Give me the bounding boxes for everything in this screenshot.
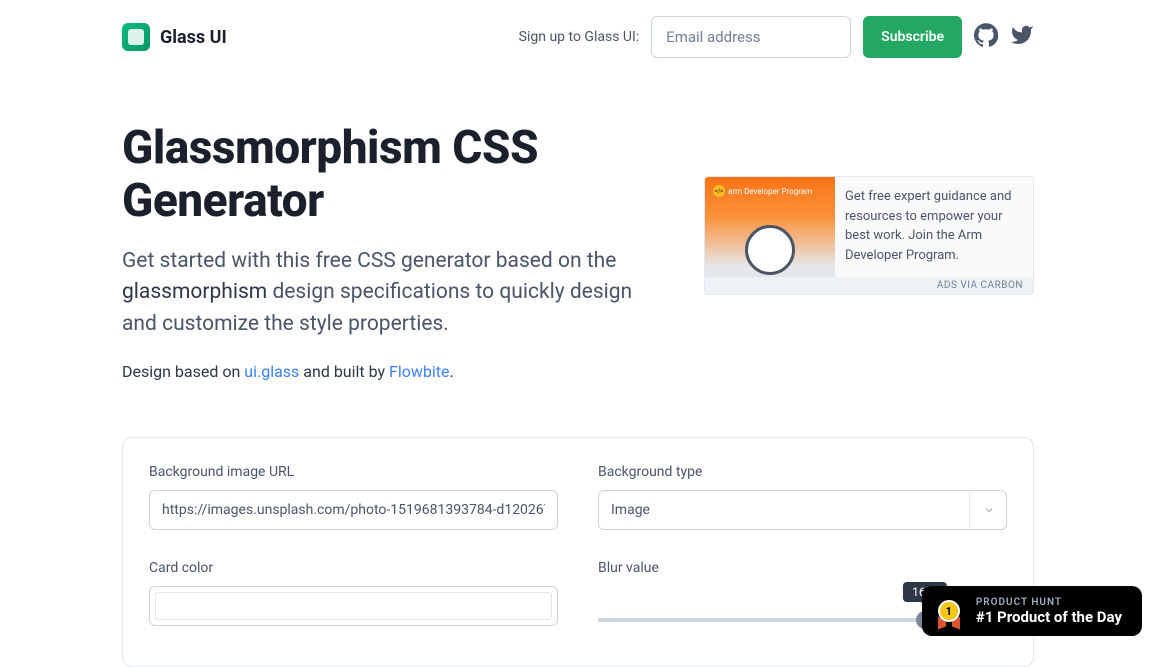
brand[interactable]: Glass UI [122, 23, 227, 51]
credit-line: Design based on ui.glass and built by Fl… [122, 362, 664, 381]
medal-rank: 1 [938, 600, 960, 622]
carbon-ad[interactable]: arm Developer Program Get free expert gu… [704, 176, 1034, 295]
medal-icon: 1 [934, 596, 964, 626]
blur-label: Blur value [598, 560, 1007, 576]
chevron-down-icon [969, 490, 1007, 530]
email-field[interactable] [651, 16, 851, 58]
producthunt-badge[interactable]: 1 PRODUCT HUNT #1 Product of the Day [922, 586, 1142, 636]
credit-link-uiglass[interactable]: ui.glass [244, 362, 299, 381]
generator-panel: Background image URL Background type Ima… [122, 437, 1034, 667]
page-lead: Get started with this free CSS generator… [122, 246, 664, 341]
ad-image-label: arm Developer Program [713, 185, 812, 197]
lead-strong: glassmorphism [122, 280, 267, 304]
page-title: Glassmorphism CSS Generator [122, 122, 664, 228]
twitter-icon[interactable] [1010, 23, 1034, 51]
subscribe-button[interactable]: Subscribe [863, 16, 962, 58]
ph-caption: PRODUCT HUNT [976, 597, 1122, 608]
bg-url-input[interactable] [149, 490, 558, 530]
signup-label: Sign up to Glass UI: [519, 29, 640, 45]
bg-type-label: Background type [598, 464, 1007, 480]
brand-name: Glass UI [160, 27, 227, 48]
credit-post: . [450, 362, 454, 381]
bg-url-label: Background image URL [149, 464, 558, 480]
lead-pre: Get started with this free CSS generator… [122, 249, 616, 273]
logo-icon [122, 23, 150, 51]
bg-type-select[interactable]: Image [598, 490, 1007, 530]
bg-type-value: Image [611, 502, 650, 518]
credit-link-flowbite[interactable]: Flowbite [389, 362, 449, 381]
ad-footer: ADS VIA CARBON [705, 277, 1033, 294]
ph-headline: #1 Product of the Day [976, 608, 1122, 626]
card-color-label: Card color [149, 560, 558, 576]
ad-text: Get free expert guidance and resources t… [845, 177, 1033, 277]
ad-image: arm Developer Program [705, 177, 835, 277]
card-color-input[interactable] [149, 586, 558, 626]
color-swatch [155, 592, 552, 620]
credit-mid: and built by [299, 362, 389, 381]
credit-pre: Design based on [122, 362, 244, 381]
github-icon[interactable] [974, 23, 998, 51]
